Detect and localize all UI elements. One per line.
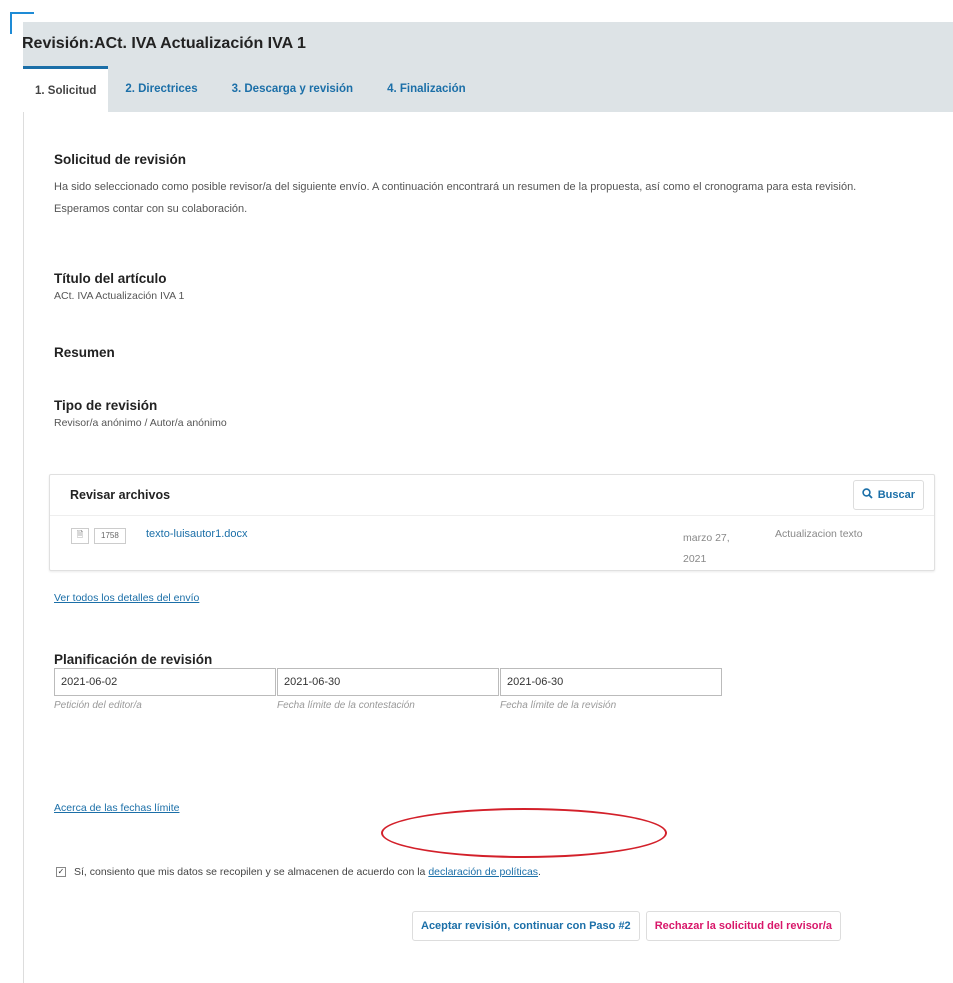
response-due-date-input[interactable] [277,668,499,696]
review-files-heading: Revisar archivos [70,488,171,502]
deadlines-info-link[interactable]: Acerca de las fechas límite [54,802,179,814]
review-due-date-label: Fecha límite de la revisión [500,700,617,711]
consent-text: Sí, consiento que mis datos se recopilen… [74,866,541,878]
decline-review-button[interactable]: Rechazar la solicitud del revisor/a [645,911,841,941]
schedule-heading: Planificación de revisión [54,652,213,667]
privacy-policy-link[interactable]: declaración de políticas [428,866,538,878]
tab-download-review[interactable]: 3. Descarga y revisión [215,66,370,112]
review-panel: Revisión:ACt. IVA Actualización IVA 1 1.… [22,22,953,983]
search-button-label: Buscar [877,489,915,501]
accept-review-button[interactable]: Aceptar revisión, continuar con Paso #2 [412,911,640,941]
consent-checkbox[interactable]: ✓ [56,867,66,877]
view-submission-details-link[interactable]: Ver todos los detalles del envío [54,592,199,604]
search-icon [862,488,873,502]
document-icon: 🗎 [71,528,89,544]
response-due-date-label: Fecha límite de la contestación [277,700,415,711]
file-row: 🗎 1758 texto-luisautor1.docx marzo 27, 2… [50,516,934,570]
article-title-heading: Título del artículo [54,271,167,286]
consent-text-main: Sí, consiento que mis datos se recopilen… [74,866,426,878]
page-title: Revisión:ACt. IVA Actualización IVA 1 [22,35,306,52]
tab-request[interactable]: 1. Solicitud [23,66,109,112]
review-type-value: Revisor/a anónimo / Autor/a anónimo [54,417,227,429]
editor-request-date-input[interactable] [54,668,276,696]
editor-request-date-label: Petición del editor/a [54,700,142,711]
request-text: Ha sido seleccionado como posible reviso… [54,181,857,215]
tab-guidelines[interactable]: 2. Directrices [108,66,214,112]
consent-row: ✓ Sí, consiento que mis datos se recopil… [56,866,541,878]
tab-content: Solicitud de revisión Ha sido selecciona… [23,112,953,983]
tab-completion[interactable]: 4. Finalización [370,66,483,112]
abstract-heading: Resumen [54,345,115,360]
action-buttons: Aceptar revisión, continuar con Paso #2 … [412,911,841,941]
schedule-field-response-due: Fecha límite de la contestación [277,668,499,711]
schedule-field-review-due: Fecha límite de la revisión [500,668,722,711]
search-button[interactable]: Buscar [852,480,924,510]
review-due-date-input[interactable] [500,668,722,696]
review-files-panel: Revisar archivos Buscar 🗎 1758 texto-lui… [49,474,935,571]
file-description: Actualizacion texto [775,528,863,540]
schedule-field-editor-request: Petición del editor/a [54,668,276,711]
file-date: marzo 27, 2021 [683,532,730,565]
consent-text-suffix: . [538,866,541,878]
file-name-link[interactable]: texto-luisautor1.docx [146,528,248,540]
title-bar: Revisión:ACt. IVA Actualización IVA 1 [22,22,953,66]
article-title-value: ACt. IVA Actualización IVA 1 [54,290,185,302]
file-id: 1758 [94,528,126,544]
review-type-heading: Tipo de revisión [54,398,158,413]
review-tabs: 1. Solicitud 2. Directrices 3. Descarga … [23,66,953,112]
request-heading: Solicitud de revisión [54,152,187,167]
review-files-header: Revisar archivos Buscar [50,475,934,516]
